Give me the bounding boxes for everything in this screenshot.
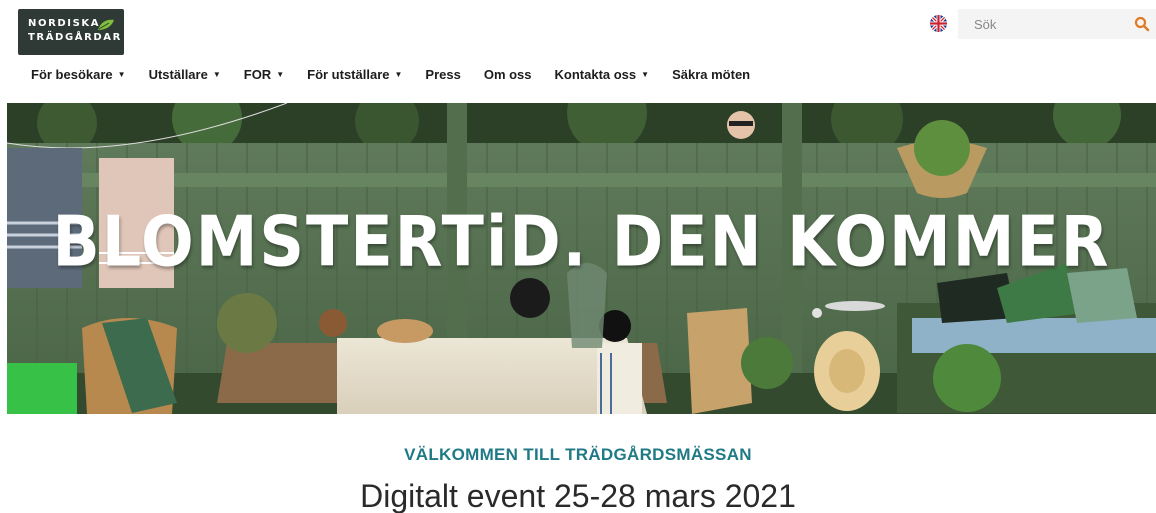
nav-item-om-oss[interactable]: Om oss — [484, 67, 532, 82]
search-input[interactable] — [958, 9, 1118, 39]
hero-headline: BLOMSTERTiD. DEN KOMMER — [52, 200, 1111, 283]
leaf-icon — [97, 18, 115, 36]
caret-down-icon: ▼ — [276, 70, 285, 79]
nav-item-sakra-moten[interactable]: Säkra möten — [672, 67, 750, 82]
search-icon[interactable] — [1134, 16, 1150, 37]
nav-item-kontakta-oss[interactable]: Kontakta oss ▼ — [555, 67, 650, 82]
nav-item-label: FOR — [243, 67, 272, 82]
hero-banner[interactable]: BLOMSTERTiD. DEN KOMMER — [7, 103, 1156, 414]
nav-item-for-besokare[interactable]: För besökare ▼ — [31, 67, 126, 82]
caret-down-icon: ▼ — [641, 70, 650, 79]
logo[interactable]: NORDISKA TRÄDGÅRDAR — [18, 9, 124, 55]
search-box[interactable] — [958, 9, 1156, 39]
nav-item-for-utstallare[interactable]: För utställare ▼ — [307, 67, 402, 82]
nav-item-label: För besökare — [31, 67, 113, 82]
caret-down-icon: ▼ — [117, 70, 126, 79]
nav-item-press[interactable]: Press — [425, 67, 460, 82]
main-nav: För besökare ▼ Utställare ▼ FOR ▼ För utstä… — [31, 67, 750, 82]
caret-down-icon: ▼ — [212, 70, 221, 79]
uk-flag-icon[interactable] — [930, 15, 947, 32]
nav-item-label: Kontakta oss — [554, 67, 637, 82]
nav-item-utstallare[interactable]: Utställare ▼ — [149, 67, 221, 82]
event-heading: Digitalt event 25-28 mars 2021 — [360, 478, 796, 513]
nav-item-label: Utställare — [148, 67, 208, 82]
nav-item-label: Säkra möten — [672, 67, 751, 82]
welcome-heading: VÄLKOMMEN TILL TRÄDGÅRDSMÄSSAN — [404, 445, 752, 464]
nav-item-for[interactable]: FOR ▼ — [244, 67, 284, 82]
nav-item-label: Om oss — [483, 67, 532, 82]
nav-item-label: Press — [425, 67, 461, 82]
caret-down-icon: ▼ — [394, 70, 403, 79]
nav-item-label: För utställare — [307, 67, 390, 82]
